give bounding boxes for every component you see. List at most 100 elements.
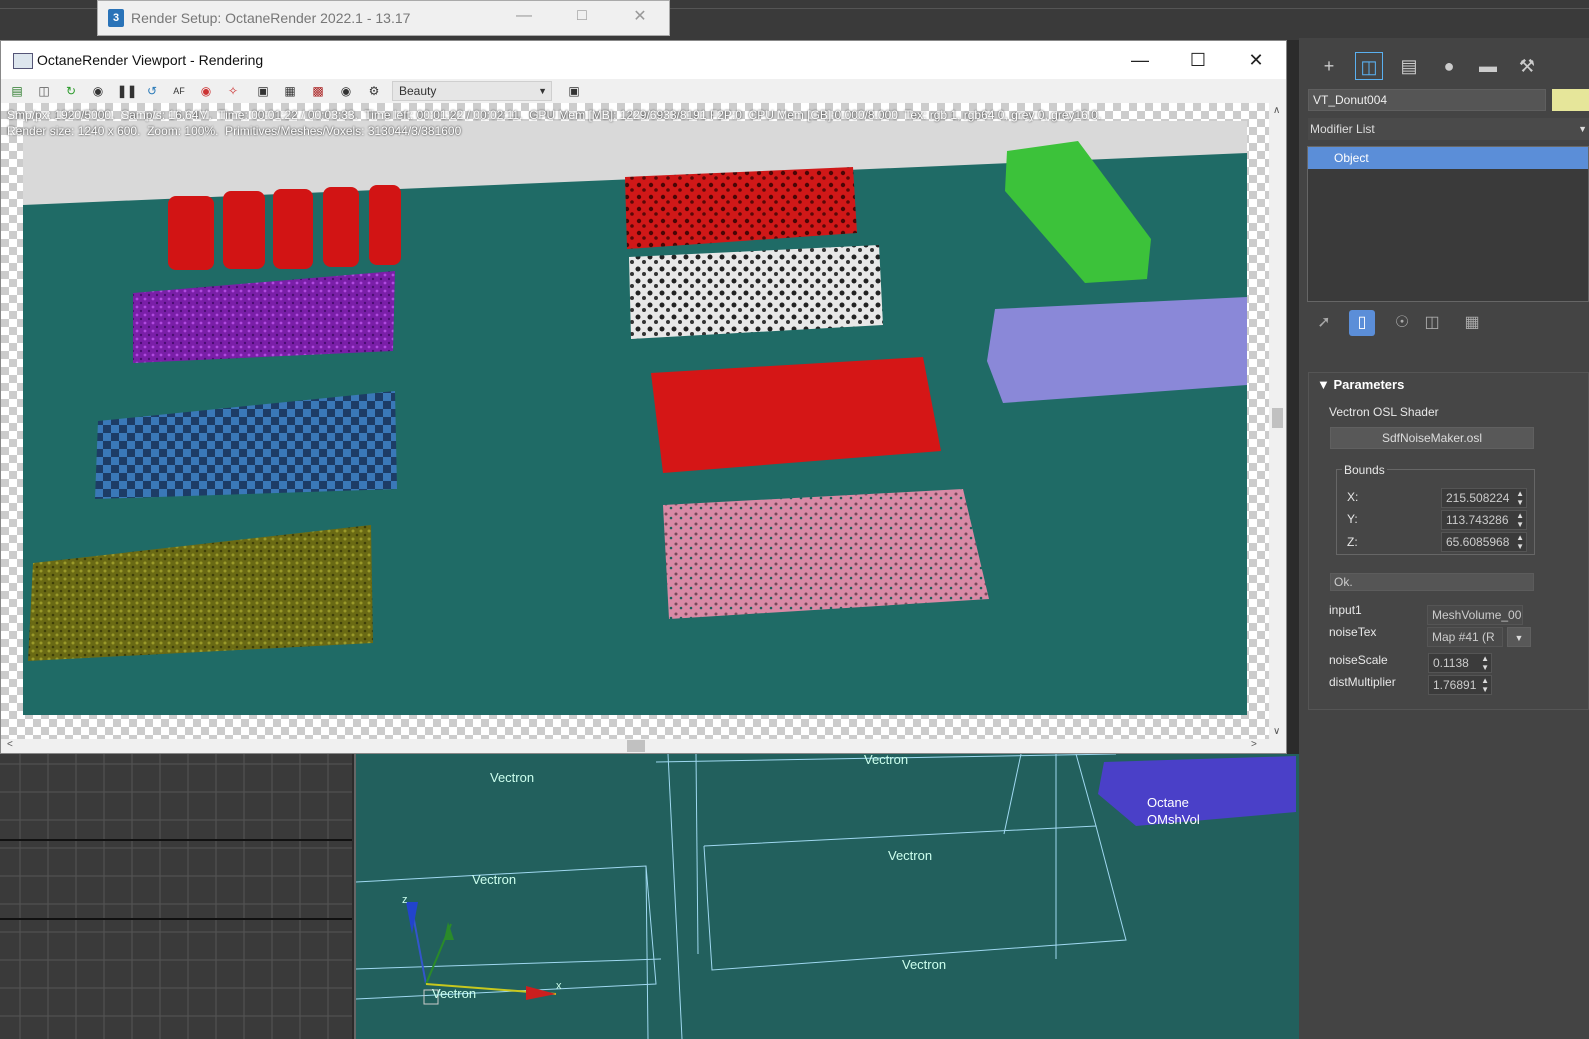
film-icon[interactable]: ▦ — [282, 83, 298, 99]
viewport-titlebar[interactable]: OctaneRender Viewport - Rendering — ☐ ✕ — [1, 41, 1286, 79]
copy-icon[interactable]: ◫ — [36, 83, 52, 99]
distmultiplier-spinner[interactable]: 1.76891 ▲ ▼ — [1428, 675, 1492, 695]
viewport-toolbar: ▤ ◫ ↻ ◉ ❚❚ ↺ AF ◉ ✧ ▣ ▦ ▩ ◉ ⚙ Beauty ▼ ▣ — [1, 79, 1286, 104]
stack-tools: ➚ ▯ ☉ ◫ ▦ — [1311, 310, 1587, 336]
bounds-x-spinner[interactable]: 215.508224 ▲ ▼ — [1441, 488, 1527, 508]
close-icon[interactable]: ✕ — [1227, 45, 1285, 75]
spinner-arrows-icon[interactable]: ▲ ▼ — [1481, 676, 1489, 694]
region-icon[interactable]: ✧ — [225, 83, 241, 99]
axis-z-label: z — [402, 894, 408, 906]
axis-x-label: x — [556, 980, 562, 992]
grid — [0, 754, 352, 1039]
command-panel-tabs: + ◫ ▤ ● ▬ ⚒ — [1307, 52, 1589, 82]
scroll-up-icon[interactable]: ∧ — [1273, 105, 1280, 116]
spinner-arrows-icon[interactable]: ▲ ▼ — [1516, 511, 1524, 529]
display-tab-icon[interactable]: ▬ — [1474, 52, 1502, 80]
input1-label: input1 — [1329, 603, 1362, 617]
show-end-result-icon[interactable]: ▯ — [1349, 310, 1375, 336]
make-unique-icon[interactable]: ☉ — [1389, 310, 1415, 336]
scroll-thumb[interactable] — [1272, 408, 1283, 428]
hierarchy-tab-icon[interactable]: ▤ — [1395, 52, 1423, 80]
command-panel: + ◫ ▤ ● ▬ ⚒ VT_Donut004 Modifier List ▼ … — [1299, 38, 1589, 1039]
modifier-stack[interactable]: Object — [1307, 146, 1589, 302]
display-icon[interactable]: ▣ — [255, 83, 271, 99]
omshvol-label: OMshVol — [1147, 812, 1200, 827]
object-label: Vectron — [472, 872, 517, 887]
bounds-z-spinner[interactable]: 65.6085968 ▲ ▼ — [1441, 532, 1527, 552]
scroll-down-icon[interactable]: ∨ — [1273, 726, 1280, 737]
spinner-arrows-icon[interactable]: ▲ ▼ — [1516, 489, 1524, 507]
shader-file-button[interactable]: SdfNoiseMaker.osl — [1330, 427, 1534, 449]
minimize-icon[interactable]: — — [501, 7, 547, 25]
horizontal-scrollbar[interactable]: < > — [1, 739, 1286, 753]
chevron-down-icon: ▼ — [1578, 124, 1587, 134]
bounds-z-value: 65.6085968 — [1446, 535, 1510, 549]
bounds-title: Bounds — [1342, 463, 1387, 477]
collapse-icon: ▼ — [1317, 377, 1330, 392]
modifier-list-dropdown[interactable]: Modifier List ▼ — [1308, 118, 1589, 140]
noisetex-button[interactable]: Map #41 (R — [1427, 627, 1503, 647]
viewport-title: OctaneRender Viewport - Rendering — [37, 52, 264, 68]
scroll-right-icon[interactable]: > — [1251, 739, 1257, 750]
bounds-y-spinner[interactable]: 113.743286 ▲ ▼ — [1441, 510, 1527, 530]
noisescale-spinner[interactable]: 0.1138 ▲ ▼ — [1428, 653, 1492, 673]
configure-icon[interactable]: ▦ — [1459, 310, 1485, 336]
lavender-sofa — [987, 297, 1247, 403]
shader-title: Vectron OSL Shader — [1329, 405, 1439, 419]
axis-gizmo — [406, 902, 557, 1005]
save-image-icon[interactable]: ▤ — [9, 83, 25, 99]
pin-icon[interactable]: ➚ — [1311, 310, 1337, 336]
object-name-field[interactable]: VT_Donut004 — [1308, 89, 1546, 111]
settings-icon[interactable]: ◉ — [338, 83, 354, 99]
rollout-title: Parameters — [1333, 377, 1405, 392]
render-canvas[interactable]: Smp/px: 1920/5000. Samp/s: 16.64M. Time:… — [1, 103, 1269, 739]
focus-icon[interactable]: AF — [171, 83, 187, 99]
create-tab-icon[interactable]: + — [1315, 52, 1343, 80]
noisescale-value: 0.1138 — [1433, 656, 1469, 670]
perspective-viewport[interactable]: Vectron Vectron Vectron Vectron Vectron … — [354, 754, 1299, 1039]
stats-line-2: Render size: 1240 x 600. Zoom: 100%. Pri… — [7, 124, 462, 138]
parameters-rollout: ▼ Parameters Vectron OSL Shader SdfNoise… — [1308, 372, 1589, 710]
object-label: Vectron — [902, 957, 947, 972]
distmultiplier-label: distMultiplier — [1329, 675, 1396, 689]
close-icon[interactable]: ✕ — [617, 6, 663, 26]
bounds-z-label: Z: — [1347, 535, 1358, 549]
object-label: Vectron — [490, 770, 535, 785]
stack-item-object[interactable]: Object — [1308, 147, 1588, 169]
chevron-down-icon: ▼ — [538, 86, 547, 96]
minimize-icon[interactable]: — — [1111, 45, 1169, 75]
restart-icon[interactable]: ↻ — [63, 83, 79, 99]
lock-icon[interactable]: ◉ — [90, 83, 106, 99]
input1-button[interactable]: MeshVolume_00 — [1427, 605, 1523, 625]
trash-icon[interactable]: ◫ — [1419, 310, 1445, 336]
color-picker-icon[interactable]: ◉ — [198, 83, 214, 99]
camera-icon[interactable]: ▩ — [310, 83, 326, 99]
render-setup-window[interactable]: 3 Render Setup: OctaneRender 2022.1 - 13… — [97, 0, 670, 36]
scroll-left-icon[interactable]: < — [7, 739, 13, 750]
motion-tab-icon[interactable]: ● — [1435, 52, 1463, 80]
left-viewport[interactable] — [0, 754, 352, 1039]
octane-viewport-window[interactable]: OctaneRender Viewport - Rendering — ☐ ✕ … — [0, 40, 1287, 754]
render-image — [23, 121, 1247, 715]
scroll-thumb[interactable] — [627, 740, 645, 752]
render-setup-title: Render Setup: OctaneRender 2022.1 - 13.1… — [131, 10, 411, 26]
expand-icon[interactable]: ▣ — [566, 83, 582, 99]
gear-icon[interactable]: ⚙ — [366, 83, 382, 99]
utilities-tab-icon[interactable]: ⚒ — [1513, 52, 1541, 80]
maximize-icon[interactable]: □ — [559, 7, 605, 25]
render-stats: Smp/px: 1920/5000. Samp/s: 16.64M. Time:… — [7, 107, 1101, 139]
bounds-y-value: 113.743286 — [1446, 513, 1509, 527]
maximize-icon[interactable]: ☐ — [1169, 45, 1227, 75]
vertical-scrollbar[interactable]: ∧ ∨ — [1269, 103, 1286, 739]
object-color-swatch[interactable] — [1552, 89, 1589, 111]
spinner-arrows-icon[interactable]: ▲ ▼ — [1481, 654, 1489, 672]
pause-icon[interactable]: ❚❚ — [117, 83, 137, 99]
render-pass-select[interactable]: Beauty ▼ — [392, 81, 552, 101]
modify-tab-icon[interactable]: ◫ — [1355, 52, 1383, 80]
bounds-y-label: Y: — [1347, 512, 1358, 526]
spinner-arrows-icon[interactable]: ▲ ▼ — [1516, 533, 1524, 551]
object-label: Vectron — [864, 754, 909, 767]
rollout-header[interactable]: ▼ Parameters — [1317, 377, 1404, 392]
chevron-down-icon[interactable]: ▼ — [1507, 627, 1531, 647]
refresh-icon[interactable]: ↺ — [144, 83, 160, 99]
